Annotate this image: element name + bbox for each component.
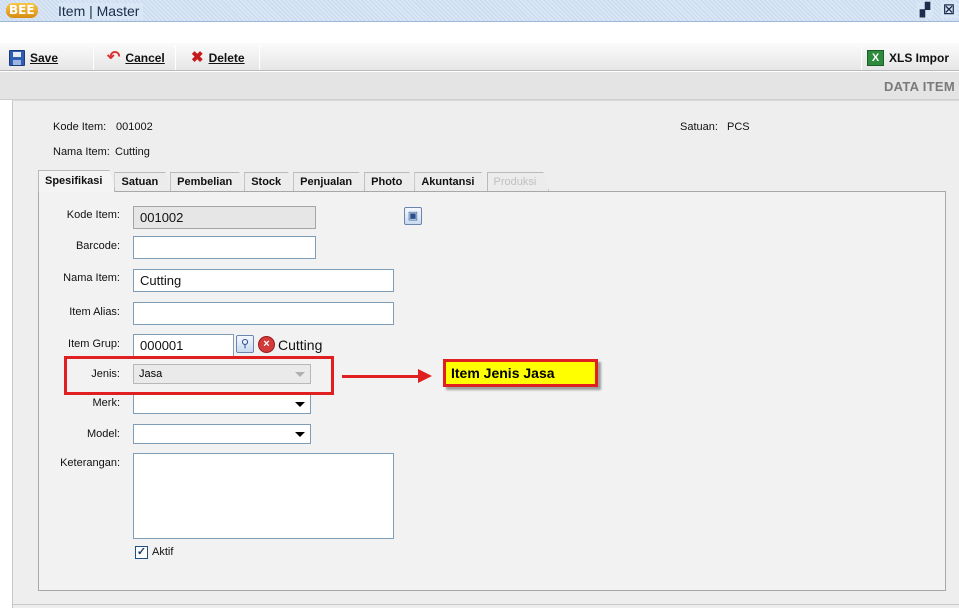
nama-item-field[interactable]: Cutting bbox=[133, 269, 394, 292]
cancel-button[interactable]: ↶ Cancel bbox=[107, 48, 165, 68]
delete-button[interactable]: ✖ Delete bbox=[191, 48, 245, 68]
save-icon bbox=[9, 50, 25, 66]
toolbar-separator bbox=[861, 46, 862, 70]
tab-penjualan[interactable]: Penjualan bbox=[293, 172, 365, 192]
tab-spesifikasi[interactable]: Spesifikasi bbox=[38, 170, 115, 192]
merk-select[interactable] bbox=[133, 394, 311, 414]
aktif-checkbox[interactable]: ✓ bbox=[135, 546, 148, 559]
window-controls: ▞ ☒ bbox=[917, 2, 957, 18]
delete-label: Delete bbox=[208, 51, 245, 65]
summary-kode-value: 001002 bbox=[116, 121, 153, 133]
summary-satuan-label: Satuan: bbox=[680, 121, 718, 133]
window-title: Item | Master bbox=[58, 3, 144, 19]
title-bar: BEE Item | Master ▞ ☒ bbox=[0, 0, 959, 22]
barcode-field[interactable] bbox=[133, 236, 316, 259]
annotation-callout: Item Jenis Jasa bbox=[443, 359, 598, 387]
aktif-label: Aktif bbox=[152, 546, 174, 558]
item-grup-field[interactable]: 000001 bbox=[133, 334, 234, 357]
undo-icon: ↶ bbox=[107, 49, 121, 66]
chevron-down-icon bbox=[295, 402, 305, 407]
section-header: DATA ITEM bbox=[0, 72, 959, 100]
tab-stock[interactable]: Stock bbox=[244, 172, 294, 192]
keterangan-label: Keterangan: bbox=[60, 457, 120, 469]
chevron-down-icon bbox=[295, 432, 305, 437]
tab-produksi: Produksi bbox=[487, 172, 550, 192]
nama-item-label: Nama Item: bbox=[63, 272, 120, 284]
item-grup-label: Item Grup: bbox=[68, 338, 120, 350]
save-label: Save bbox=[30, 51, 59, 65]
tab-satuan[interactable]: Satuan bbox=[114, 172, 171, 192]
barcode-label: Barcode: bbox=[75, 240, 120, 252]
summary-kode-label: Kode Item: bbox=[53, 121, 107, 133]
excel-icon: X bbox=[867, 50, 884, 66]
model-select[interactable] bbox=[133, 424, 311, 444]
model-label: Model: bbox=[86, 428, 120, 440]
item-alias-label: Item Alias: bbox=[69, 306, 120, 318]
xls-import-button[interactable]: X XLS Impor bbox=[867, 48, 949, 68]
toolbar-separator bbox=[259, 46, 260, 70]
summary-nama-label: Nama Item: bbox=[53, 146, 110, 158]
kode-item-label: Kode Item: bbox=[66, 209, 120, 221]
item-detail-icon[interactable]: ▣ bbox=[404, 207, 422, 225]
search-icon[interactable]: ⚲ bbox=[236, 335, 254, 353]
page-title: DATA ITEM bbox=[883, 79, 955, 94]
xls-import-label: XLS Impor bbox=[889, 51, 950, 65]
item-grup-name: Cutting bbox=[278, 337, 323, 353]
merk-label: Merk: bbox=[92, 397, 121, 409]
tab-akuntansi[interactable]: Akuntansi bbox=[414, 172, 487, 192]
clear-icon[interactable]: × bbox=[258, 336, 275, 353]
keterangan-textarea[interactable] bbox=[133, 453, 394, 539]
toolbar: Save ↶ Cancel ✖ Delete X XLS Impor bbox=[0, 42, 959, 71]
save-button[interactable]: Save bbox=[9, 48, 58, 68]
item-alias-field[interactable] bbox=[133, 302, 394, 325]
toolbar-separator bbox=[175, 46, 176, 70]
arrow-line bbox=[342, 375, 422, 378]
toolbar-separator bbox=[93, 46, 94, 70]
cancel-label: Cancel bbox=[125, 51, 165, 65]
tab-pembelian[interactable]: Pembelian bbox=[170, 172, 245, 192]
bottom-border bbox=[12, 604, 959, 605]
highlight-box bbox=[64, 356, 334, 395]
summary-satuan-value: PCS bbox=[727, 121, 750, 133]
kode-item-field[interactable]: 001002 bbox=[133, 206, 316, 229]
restore-icon[interactable]: ▞ bbox=[917, 2, 933, 18]
tab-photo[interactable]: Photo bbox=[364, 172, 415, 192]
delete-x-icon: ✖ bbox=[191, 49, 204, 66]
tab-strip: Spesifikasi Satuan Pembelian Stock Penju… bbox=[38, 170, 548, 192]
summary-nama-value: Cutting bbox=[115, 146, 150, 158]
arrow-head-icon bbox=[418, 369, 432, 383]
app-logo: BEE bbox=[6, 3, 38, 18]
close-icon[interactable]: ☒ bbox=[941, 2, 957, 18]
